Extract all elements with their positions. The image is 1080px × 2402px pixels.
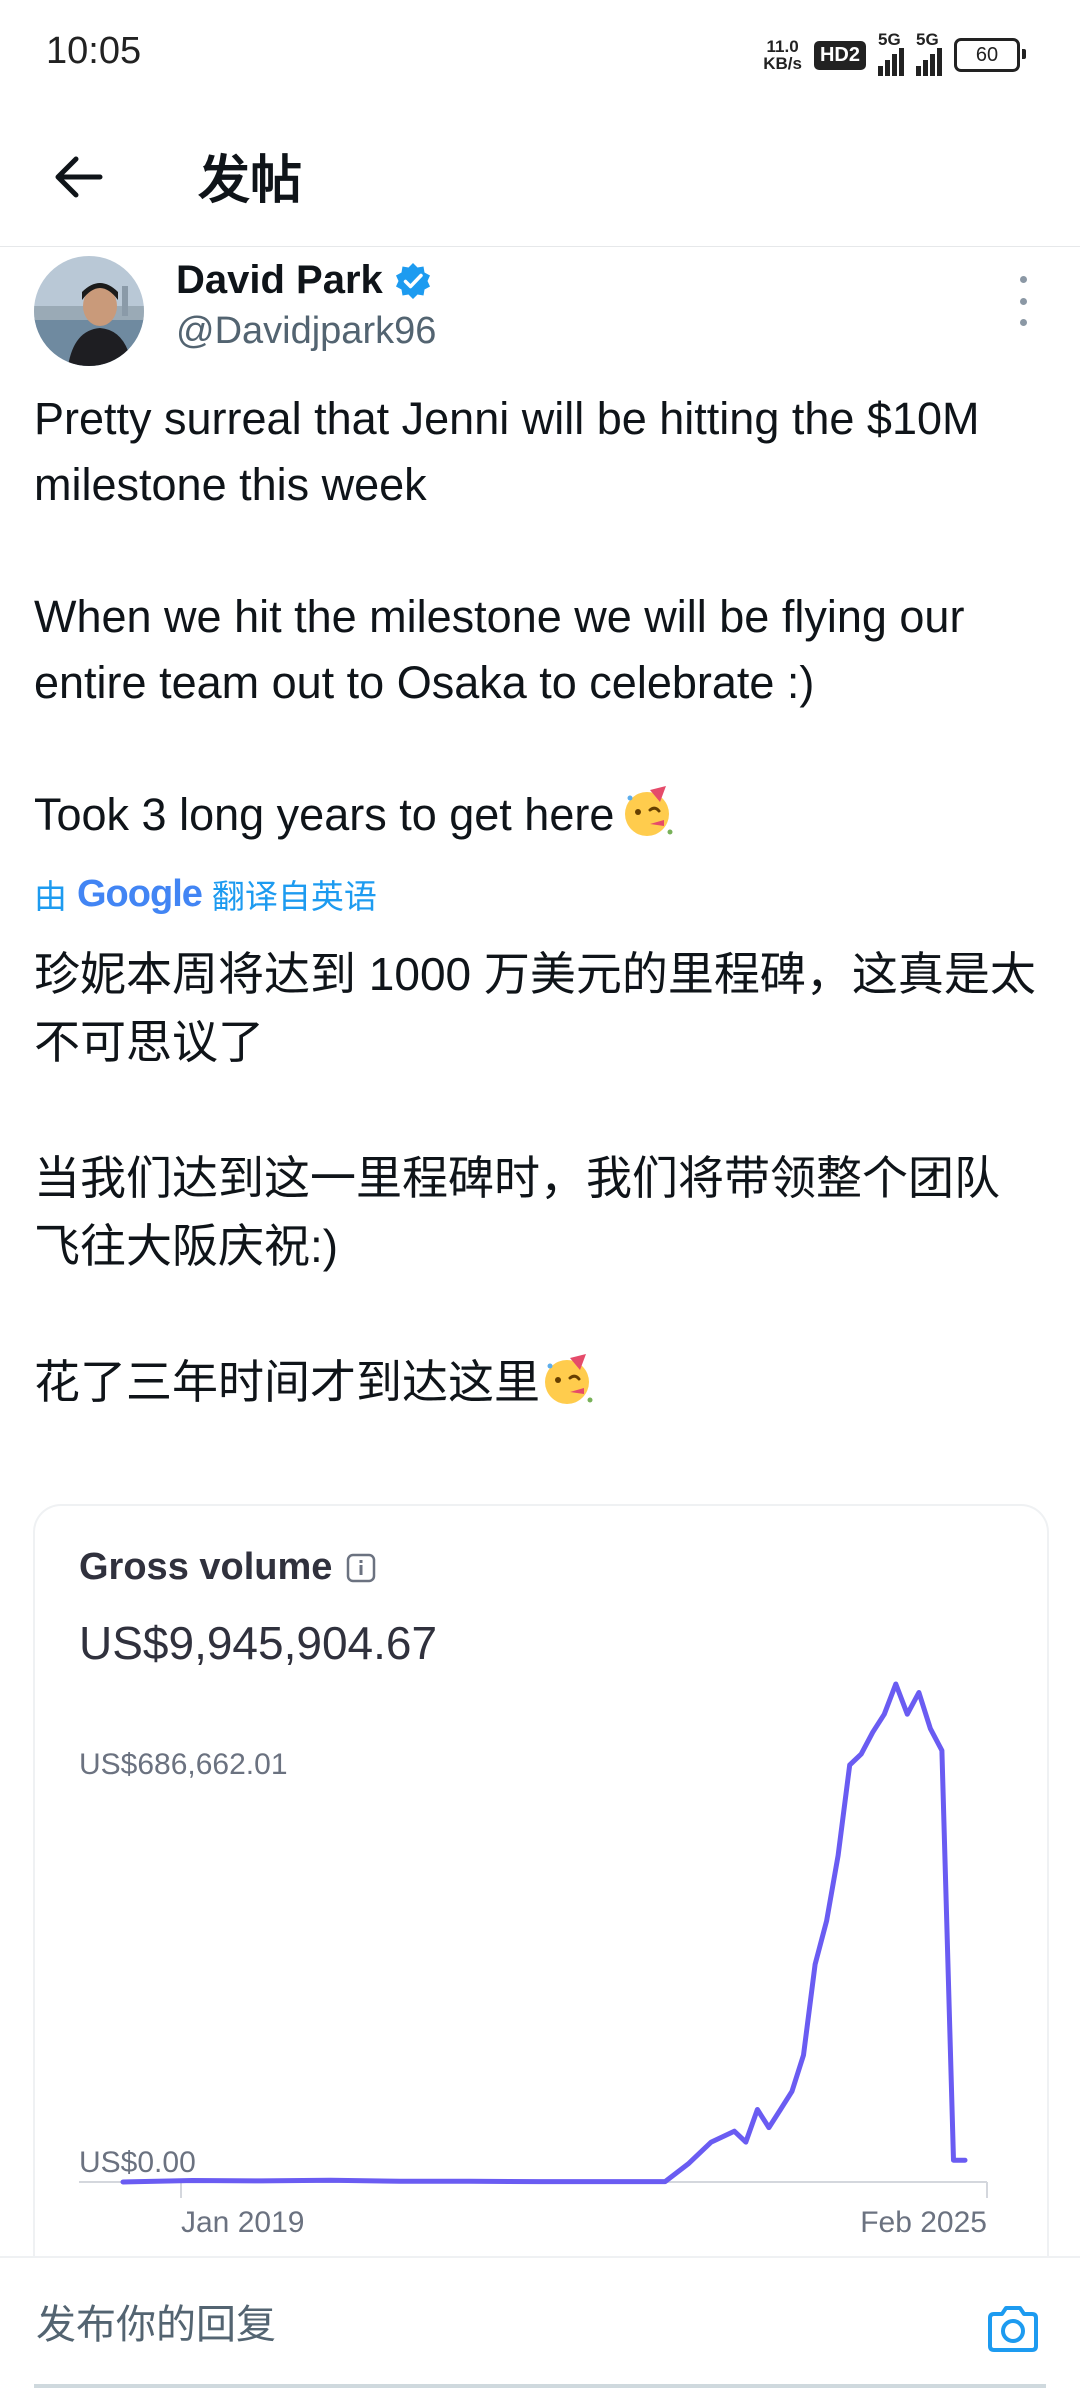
camera-icon[interactable] bbox=[984, 2300, 1042, 2358]
tweet-paragraph: When we hit the milestone we will be fly… bbox=[34, 591, 965, 708]
series-point bbox=[732, 2129, 736, 2133]
app-header: 发帖 bbox=[0, 110, 1080, 247]
info-icon[interactable] bbox=[346, 1553, 376, 1583]
series-point bbox=[605, 2180, 609, 2184]
verified-badge-icon bbox=[395, 262, 430, 299]
series-point bbox=[940, 1749, 944, 1752]
series-point bbox=[894, 1682, 898, 1686]
reply-input-underline bbox=[34, 2384, 1046, 2388]
chart-title: Gross volume bbox=[79, 1546, 333, 1588]
series-point bbox=[663, 2180, 667, 2184]
network-speed: 11.0 KB/s bbox=[763, 38, 802, 72]
series-point bbox=[790, 2089, 794, 2093]
tweet-paragraph-text: Took 3 long years to get here bbox=[34, 789, 615, 840]
series-point bbox=[825, 1919, 829, 1923]
dot-icon bbox=[1019, 319, 1027, 326]
series-point bbox=[467, 2179, 471, 2183]
dot-icon bbox=[1019, 276, 1027, 283]
status-bar: 10:05 11.0 KB/s HD2 5G 5G 60 bbox=[0, 0, 1080, 110]
series-point bbox=[767, 2126, 771, 2130]
reply-input[interactable] bbox=[34, 2302, 938, 2349]
y-axis-max-label: US$686,662.01 bbox=[79, 1748, 288, 1781]
series-point bbox=[905, 1712, 909, 1716]
signal-1-label: 5G bbox=[878, 30, 901, 49]
series-point bbox=[836, 1854, 840, 1858]
signal-2-label: 5G bbox=[916, 30, 939, 49]
tweet-paragraph: Pretty surreal that Jenni will be hittin… bbox=[34, 393, 980, 510]
y-axis-min-label: US$0.00 bbox=[79, 2146, 196, 2179]
series-point bbox=[398, 2179, 402, 2183]
status-indicators: 11.0 KB/s HD2 5G 5G 60 bbox=[763, 30, 1026, 80]
google-logo: Google bbox=[77, 872, 203, 915]
author-handle[interactable]: @Davidjpark96 bbox=[176, 310, 436, 353]
translated-paragraph-last: 花了三年时间才到达这里 bbox=[34, 1348, 1044, 1416]
series-point bbox=[709, 2140, 713, 2144]
author-name-row[interactable]: David Park bbox=[176, 258, 433, 303]
series-point bbox=[802, 2053, 805, 2057]
page-title: 发帖 bbox=[198, 152, 303, 210]
translation-by-label: 由 bbox=[34, 878, 67, 915]
battery-level: 60 bbox=[975, 43, 999, 66]
translation-attribution[interactable]: 由 Google 翻译自英语 bbox=[34, 870, 377, 918]
x-axis-end-label: Feb 2025 bbox=[860, 2206, 987, 2239]
battery-icon: 60 bbox=[954, 38, 1026, 72]
chart-total-value: US$9,945,904.67 bbox=[79, 1617, 438, 1669]
more-options-button[interactable] bbox=[1008, 276, 1038, 326]
series-point bbox=[329, 2178, 333, 2182]
series-point bbox=[917, 1691, 921, 1694]
partying-face-icon bbox=[625, 786, 673, 836]
series-point bbox=[259, 2179, 263, 2183]
series-point bbox=[848, 1763, 852, 1767]
signal-strength-icon-2: 5G bbox=[916, 30, 942, 76]
signal-strength-icon: 5G bbox=[878, 30, 904, 76]
series-point bbox=[963, 2158, 967, 2162]
translated-paragraph: 当我们达到这一里程碑时，我们将带领整个团队飞往大阪庆祝:) bbox=[34, 1152, 1000, 1272]
translated-paragraph-text: 花了三年时间才到达这里 bbox=[34, 1356, 540, 1408]
series-point bbox=[536, 2180, 540, 2184]
tweet-translated-text: 珍妮本周将达到 1000 万美元的里程碑，这真是太不可思议了 当我们达到这一里程… bbox=[34, 940, 1044, 1416]
x-axis-start-label: Jan 2019 bbox=[181, 2206, 304, 2239]
series-point bbox=[190, 2179, 194, 2182]
author-name[interactable]: David Park bbox=[176, 258, 383, 303]
hd-voice-badge: HD2 bbox=[813, 40, 866, 70]
chart-title-row: Gross volume bbox=[79, 1546, 376, 1589]
network-speed-value: 11.0 bbox=[766, 37, 799, 56]
reply-bar bbox=[0, 2256, 1080, 2402]
partying-face-icon bbox=[545, 1354, 593, 1404]
series-point bbox=[859, 1752, 863, 1756]
network-speed-unit: KB/s bbox=[763, 54, 802, 73]
translation-note: 翻译自英语 bbox=[211, 878, 377, 915]
status-time: 10:05 bbox=[46, 30, 142, 72]
series-point bbox=[121, 2180, 125, 2184]
series-point bbox=[779, 2108, 782, 2111]
series-point bbox=[813, 1962, 817, 1966]
avatar[interactable] bbox=[34, 256, 144, 366]
series-point bbox=[882, 1712, 886, 1716]
translated-paragraph: 珍妮本周将达到 1000 万美元的里程碑，这真是太不可思议了 bbox=[34, 948, 1036, 1068]
series-point bbox=[744, 2140, 748, 2144]
series-point bbox=[871, 1730, 875, 1734]
tweet-original-text: Pretty surreal that Jenni will be hittin… bbox=[34, 386, 1044, 848]
arrow-left-icon[interactable] bbox=[44, 142, 114, 212]
series-point bbox=[686, 2162, 690, 2166]
series-point bbox=[755, 2108, 759, 2111]
dot-icon bbox=[1019, 297, 1027, 305]
series-point bbox=[928, 1727, 932, 1731]
series-point bbox=[952, 2158, 955, 2162]
tweet-paragraph-last: Took 3 long years to get here bbox=[34, 782, 1044, 848]
media-card-chart[interactable]: US$686,662.01 US$0.00 Jan 2019 Feb 2025 … bbox=[33, 1504, 1049, 2266]
